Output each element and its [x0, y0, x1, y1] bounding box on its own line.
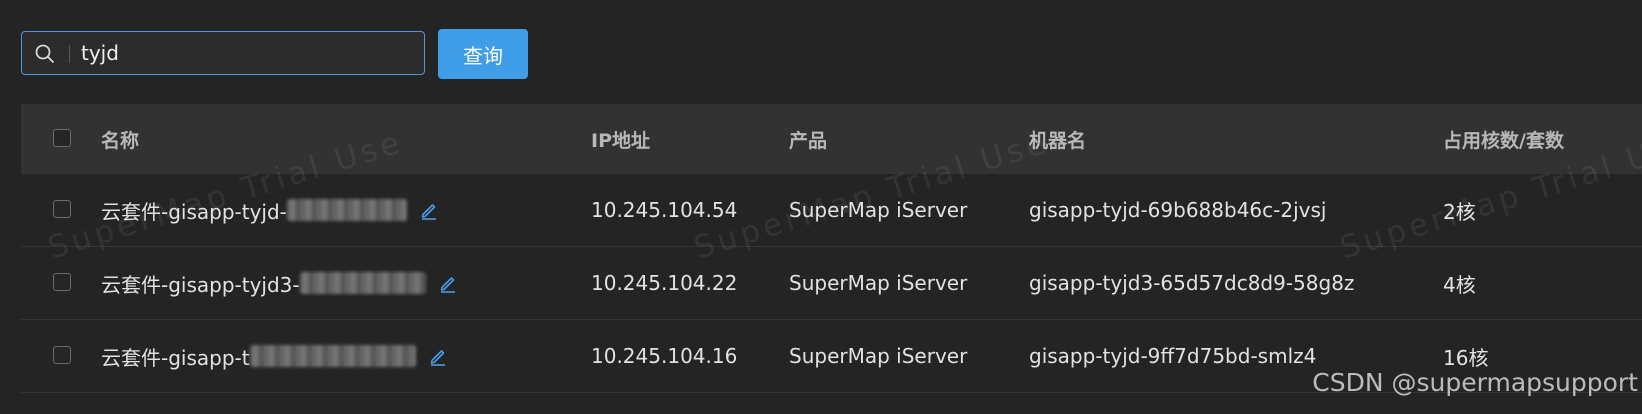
row-product: SuperMap iServer	[789, 271, 968, 295]
header-ip[interactable]: IP地址	[591, 104, 650, 174]
row-name: 云套件-gisapp-tyjd3-	[101, 272, 300, 297]
search-icon	[35, 44, 54, 63]
edit-icon[interactable]	[419, 200, 439, 220]
row-machine: gisapp-tyjd-9ff7d75bd-smlz4	[1029, 344, 1317, 368]
row-name-cell: 云套件-gisapp-tyjd-	[101, 174, 439, 246]
row-checkbox[interactable]	[53, 200, 71, 218]
table-row[interactable]: 云套件-gisapp-tyjd3- 10.245.104.22 SuperMap…	[21, 247, 1642, 320]
search-divider	[69, 45, 70, 63]
header-product[interactable]: 产品	[789, 104, 827, 174]
row-ip: 10.245.104.54	[591, 198, 738, 222]
csdn-credit: CSDN @supermapsupport	[1312, 368, 1638, 397]
row-name-cell: 云套件-gisapp-t	[101, 320, 448, 392]
row-product: SuperMap iServer	[789, 198, 968, 222]
row-cores: 2核	[1443, 199, 1476, 224]
redacted-ip	[299, 272, 426, 294]
header-cores[interactable]: 占用核数/套数	[1443, 104, 1564, 174]
header-machine[interactable]: 机器名	[1029, 104, 1086, 174]
search-input[interactable]	[81, 32, 411, 74]
redacted-ip	[249, 345, 416, 367]
row-checkbox[interactable]	[53, 346, 71, 364]
row-name-cell: 云套件-gisapp-tyjd3-	[101, 247, 458, 319]
select-all-checkbox[interactable]	[53, 129, 71, 147]
row-name: 云套件-gisapp-t	[101, 345, 250, 370]
row-ip: 10.245.104.16	[591, 344, 738, 368]
edit-icon[interactable]	[428, 346, 448, 366]
row-ip: 10.245.104.22	[591, 271, 738, 295]
results-table: 名称 IP地址 产品 机器名 占用核数/套数 云套件-gisapp-tyjd- …	[21, 104, 1642, 393]
row-name: 云套件-gisapp-tyjd-	[101, 199, 287, 224]
page: 查询 名称 IP地址 产品 机器名 占用核数/套数 云套件-gisapp-tyj…	[0, 0, 1642, 414]
edit-icon[interactable]	[438, 273, 458, 293]
table-row[interactable]: 云套件-gisapp-tyjd- 10.245.104.54 SuperMap …	[21, 174, 1642, 247]
row-machine: gisapp-tyjd-69b688b46c-2jvsj	[1029, 198, 1327, 222]
row-machine: gisapp-tyjd3-65d57dc8d9-58g8z	[1029, 271, 1355, 295]
row-product: SuperMap iServer	[789, 344, 968, 368]
query-button[interactable]: 查询	[438, 29, 528, 79]
table-header: 名称 IP地址 产品 机器名 占用核数/套数	[21, 104, 1642, 174]
redacted-ip	[286, 199, 407, 221]
row-cores: 4核	[1443, 272, 1476, 297]
search-box[interactable]	[21, 31, 425, 75]
row-checkbox[interactable]	[53, 273, 71, 291]
header-name[interactable]: 名称	[101, 104, 139, 174]
